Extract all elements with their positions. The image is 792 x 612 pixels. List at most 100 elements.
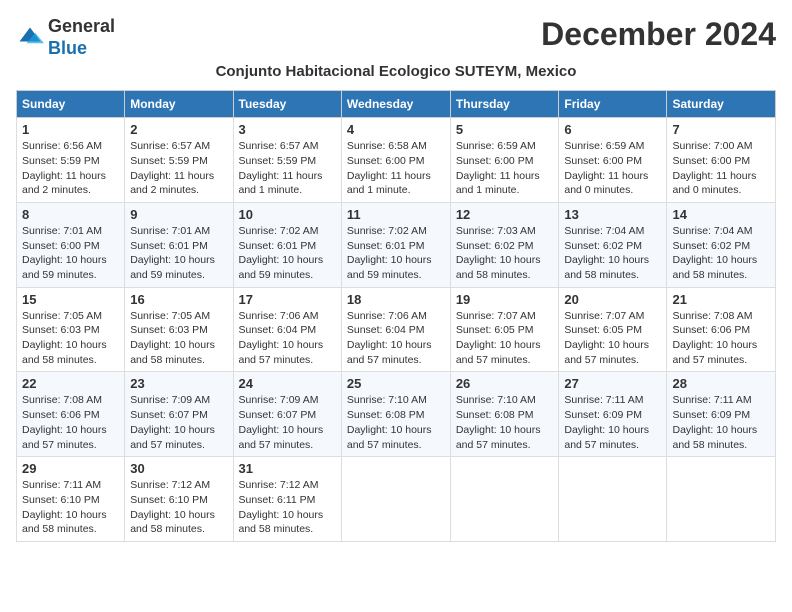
calendar-cell: 8 Sunrise: 7:01 AMSunset: 6:00 PMDayligh… (17, 202, 125, 287)
calendar-cell: 24 Sunrise: 7:09 AMSunset: 6:07 PMDaylig… (233, 372, 341, 457)
calendar-cell: 12 Sunrise: 7:03 AMSunset: 6:02 PMDaylig… (450, 202, 559, 287)
calendar-cell: 20 Sunrise: 7:07 AMSunset: 6:05 PMDaylig… (559, 287, 667, 372)
day-info: Sunrise: 7:10 AMSunset: 6:08 PMDaylight:… (456, 394, 541, 450)
calendar-cell: 16 Sunrise: 7:05 AMSunset: 6:03 PMDaylig… (125, 287, 233, 372)
day-number: 4 (347, 122, 445, 137)
day-info: Sunrise: 7:10 AMSunset: 6:08 PMDaylight:… (347, 394, 432, 450)
calendar-week-row: 15 Sunrise: 7:05 AMSunset: 6:03 PMDaylig… (17, 287, 776, 372)
calendar-cell (559, 457, 667, 542)
day-info: Sunrise: 7:11 AMSunset: 6:09 PMDaylight:… (564, 394, 649, 450)
day-info: Sunrise: 6:59 AMSunset: 6:00 PMDaylight:… (564, 140, 648, 196)
calendar-week-row: 22 Sunrise: 7:08 AMSunset: 6:06 PMDaylig… (17, 372, 776, 457)
day-info: Sunrise: 7:02 AMSunset: 6:01 PMDaylight:… (239, 225, 324, 281)
day-number: 22 (22, 376, 119, 391)
day-info: Sunrise: 7:05 AMSunset: 6:03 PMDaylight:… (22, 310, 107, 366)
title-block: December 2024 (541, 16, 776, 53)
day-info: Sunrise: 7:12 AMSunset: 6:10 PMDaylight:… (130, 479, 215, 535)
day-number: 25 (347, 376, 445, 391)
day-number: 21 (672, 292, 770, 307)
calendar-cell: 6 Sunrise: 6:59 AMSunset: 6:00 PMDayligh… (559, 118, 667, 203)
day-number: 27 (564, 376, 661, 391)
day-info: Sunrise: 7:02 AMSunset: 6:01 PMDaylight:… (347, 225, 432, 281)
day-number: 18 (347, 292, 445, 307)
calendar-cell: 14 Sunrise: 7:04 AMSunset: 6:02 PMDaylig… (667, 202, 776, 287)
day-number: 6 (564, 122, 661, 137)
col-saturday: Saturday (667, 91, 776, 118)
calendar-cell: 5 Sunrise: 6:59 AMSunset: 6:00 PMDayligh… (450, 118, 559, 203)
calendar-cell: 31 Sunrise: 7:12 AMSunset: 6:11 PMDaylig… (233, 457, 341, 542)
calendar-week-row: 29 Sunrise: 7:11 AMSunset: 6:10 PMDaylig… (17, 457, 776, 542)
day-number: 7 (672, 122, 770, 137)
day-number: 9 (130, 207, 227, 222)
day-number: 24 (239, 376, 336, 391)
calendar-cell: 13 Sunrise: 7:04 AMSunset: 6:02 PMDaylig… (559, 202, 667, 287)
calendar-cell: 30 Sunrise: 7:12 AMSunset: 6:10 PMDaylig… (125, 457, 233, 542)
day-info: Sunrise: 7:12 AMSunset: 6:11 PMDaylight:… (239, 479, 324, 535)
day-info: Sunrise: 7:09 AMSunset: 6:07 PMDaylight:… (130, 394, 215, 450)
calendar-cell: 15 Sunrise: 7:05 AMSunset: 6:03 PMDaylig… (17, 287, 125, 372)
col-wednesday: Wednesday (341, 91, 450, 118)
day-info: Sunrise: 6:59 AMSunset: 6:00 PMDaylight:… (456, 140, 540, 196)
calendar-cell: 1 Sunrise: 6:56 AMSunset: 5:59 PMDayligh… (17, 118, 125, 203)
day-number: 3 (239, 122, 336, 137)
day-info: Sunrise: 7:06 AMSunset: 6:04 PMDaylight:… (239, 310, 324, 366)
calendar-week-row: 8 Sunrise: 7:01 AMSunset: 6:00 PMDayligh… (17, 202, 776, 287)
calendar-cell: 2 Sunrise: 6:57 AMSunset: 5:59 PMDayligh… (125, 118, 233, 203)
day-info: Sunrise: 7:04 AMSunset: 6:02 PMDaylight:… (564, 225, 649, 281)
day-number: 10 (239, 207, 336, 222)
calendar-cell: 19 Sunrise: 7:07 AMSunset: 6:05 PMDaylig… (450, 287, 559, 372)
day-number: 5 (456, 122, 554, 137)
calendar-cell: 28 Sunrise: 7:11 AMSunset: 6:09 PMDaylig… (667, 372, 776, 457)
calendar-cell: 27 Sunrise: 7:11 AMSunset: 6:09 PMDaylig… (559, 372, 667, 457)
day-number: 29 (22, 461, 119, 476)
day-info: Sunrise: 7:07 AMSunset: 6:05 PMDaylight:… (456, 310, 541, 366)
day-info: Sunrise: 7:01 AMSunset: 6:00 PMDaylight:… (22, 225, 107, 281)
col-thursday: Thursday (450, 91, 559, 118)
day-number: 16 (130, 292, 227, 307)
calendar-cell: 22 Sunrise: 7:08 AMSunset: 6:06 PMDaylig… (17, 372, 125, 457)
day-info: Sunrise: 7:11 AMSunset: 6:10 PMDaylight:… (22, 479, 107, 535)
day-info: Sunrise: 7:08 AMSunset: 6:06 PMDaylight:… (22, 394, 107, 450)
calendar-cell (450, 457, 559, 542)
day-number: 15 (22, 292, 119, 307)
calendar-cell: 10 Sunrise: 7:02 AMSunset: 6:01 PMDaylig… (233, 202, 341, 287)
calendar-table: Sunday Monday Tuesday Wednesday Thursday… (16, 90, 776, 542)
day-info: Sunrise: 7:03 AMSunset: 6:02 PMDaylight:… (456, 225, 541, 281)
day-info: Sunrise: 6:57 AMSunset: 5:59 PMDaylight:… (130, 140, 214, 196)
day-info: Sunrise: 7:09 AMSunset: 6:07 PMDaylight:… (239, 394, 324, 450)
col-tuesday: Tuesday (233, 91, 341, 118)
col-monday: Monday (125, 91, 233, 118)
page-header: General Blue December 2024 (16, 16, 776, 59)
day-number: 17 (239, 292, 336, 307)
day-info: Sunrise: 7:00 AMSunset: 6:00 PMDaylight:… (672, 140, 756, 196)
calendar-header-row: Sunday Monday Tuesday Wednesday Thursday… (17, 91, 776, 118)
day-number: 14 (672, 207, 770, 222)
day-number: 1 (22, 122, 119, 137)
day-number: 8 (22, 207, 119, 222)
calendar-cell: 11 Sunrise: 7:02 AMSunset: 6:01 PMDaylig… (341, 202, 450, 287)
day-number: 11 (347, 207, 445, 222)
day-info: Sunrise: 7:01 AMSunset: 6:01 PMDaylight:… (130, 225, 215, 281)
day-number: 30 (130, 461, 227, 476)
day-info: Sunrise: 6:57 AMSunset: 5:59 PMDaylight:… (239, 140, 323, 196)
calendar-cell (341, 457, 450, 542)
month-title: December 2024 (541, 16, 776, 53)
day-number: 2 (130, 122, 227, 137)
day-number: 13 (564, 207, 661, 222)
day-info: Sunrise: 7:04 AMSunset: 6:02 PMDaylight:… (672, 225, 757, 281)
calendar-cell (667, 457, 776, 542)
calendar-cell: 7 Sunrise: 7:00 AMSunset: 6:00 PMDayligh… (667, 118, 776, 203)
calendar-cell: 9 Sunrise: 7:01 AMSunset: 6:01 PMDayligh… (125, 202, 233, 287)
day-number: 26 (456, 376, 554, 391)
calendar-cell: 21 Sunrise: 7:08 AMSunset: 6:06 PMDaylig… (667, 287, 776, 372)
day-number: 28 (672, 376, 770, 391)
subtitle: Conjunto Habitacional Ecologico SUTEYM, … (16, 63, 776, 80)
calendar-cell: 26 Sunrise: 7:10 AMSunset: 6:08 PMDaylig… (450, 372, 559, 457)
calendar-cell: 29 Sunrise: 7:11 AMSunset: 6:10 PMDaylig… (17, 457, 125, 542)
calendar-cell: 18 Sunrise: 7:06 AMSunset: 6:04 PMDaylig… (341, 287, 450, 372)
logo-text: General Blue (48, 16, 115, 59)
col-friday: Friday (559, 91, 667, 118)
day-info: Sunrise: 6:58 AMSunset: 6:00 PMDaylight:… (347, 140, 431, 196)
logo: General Blue (16, 16, 115, 59)
day-info: Sunrise: 7:11 AMSunset: 6:09 PMDaylight:… (672, 394, 757, 450)
